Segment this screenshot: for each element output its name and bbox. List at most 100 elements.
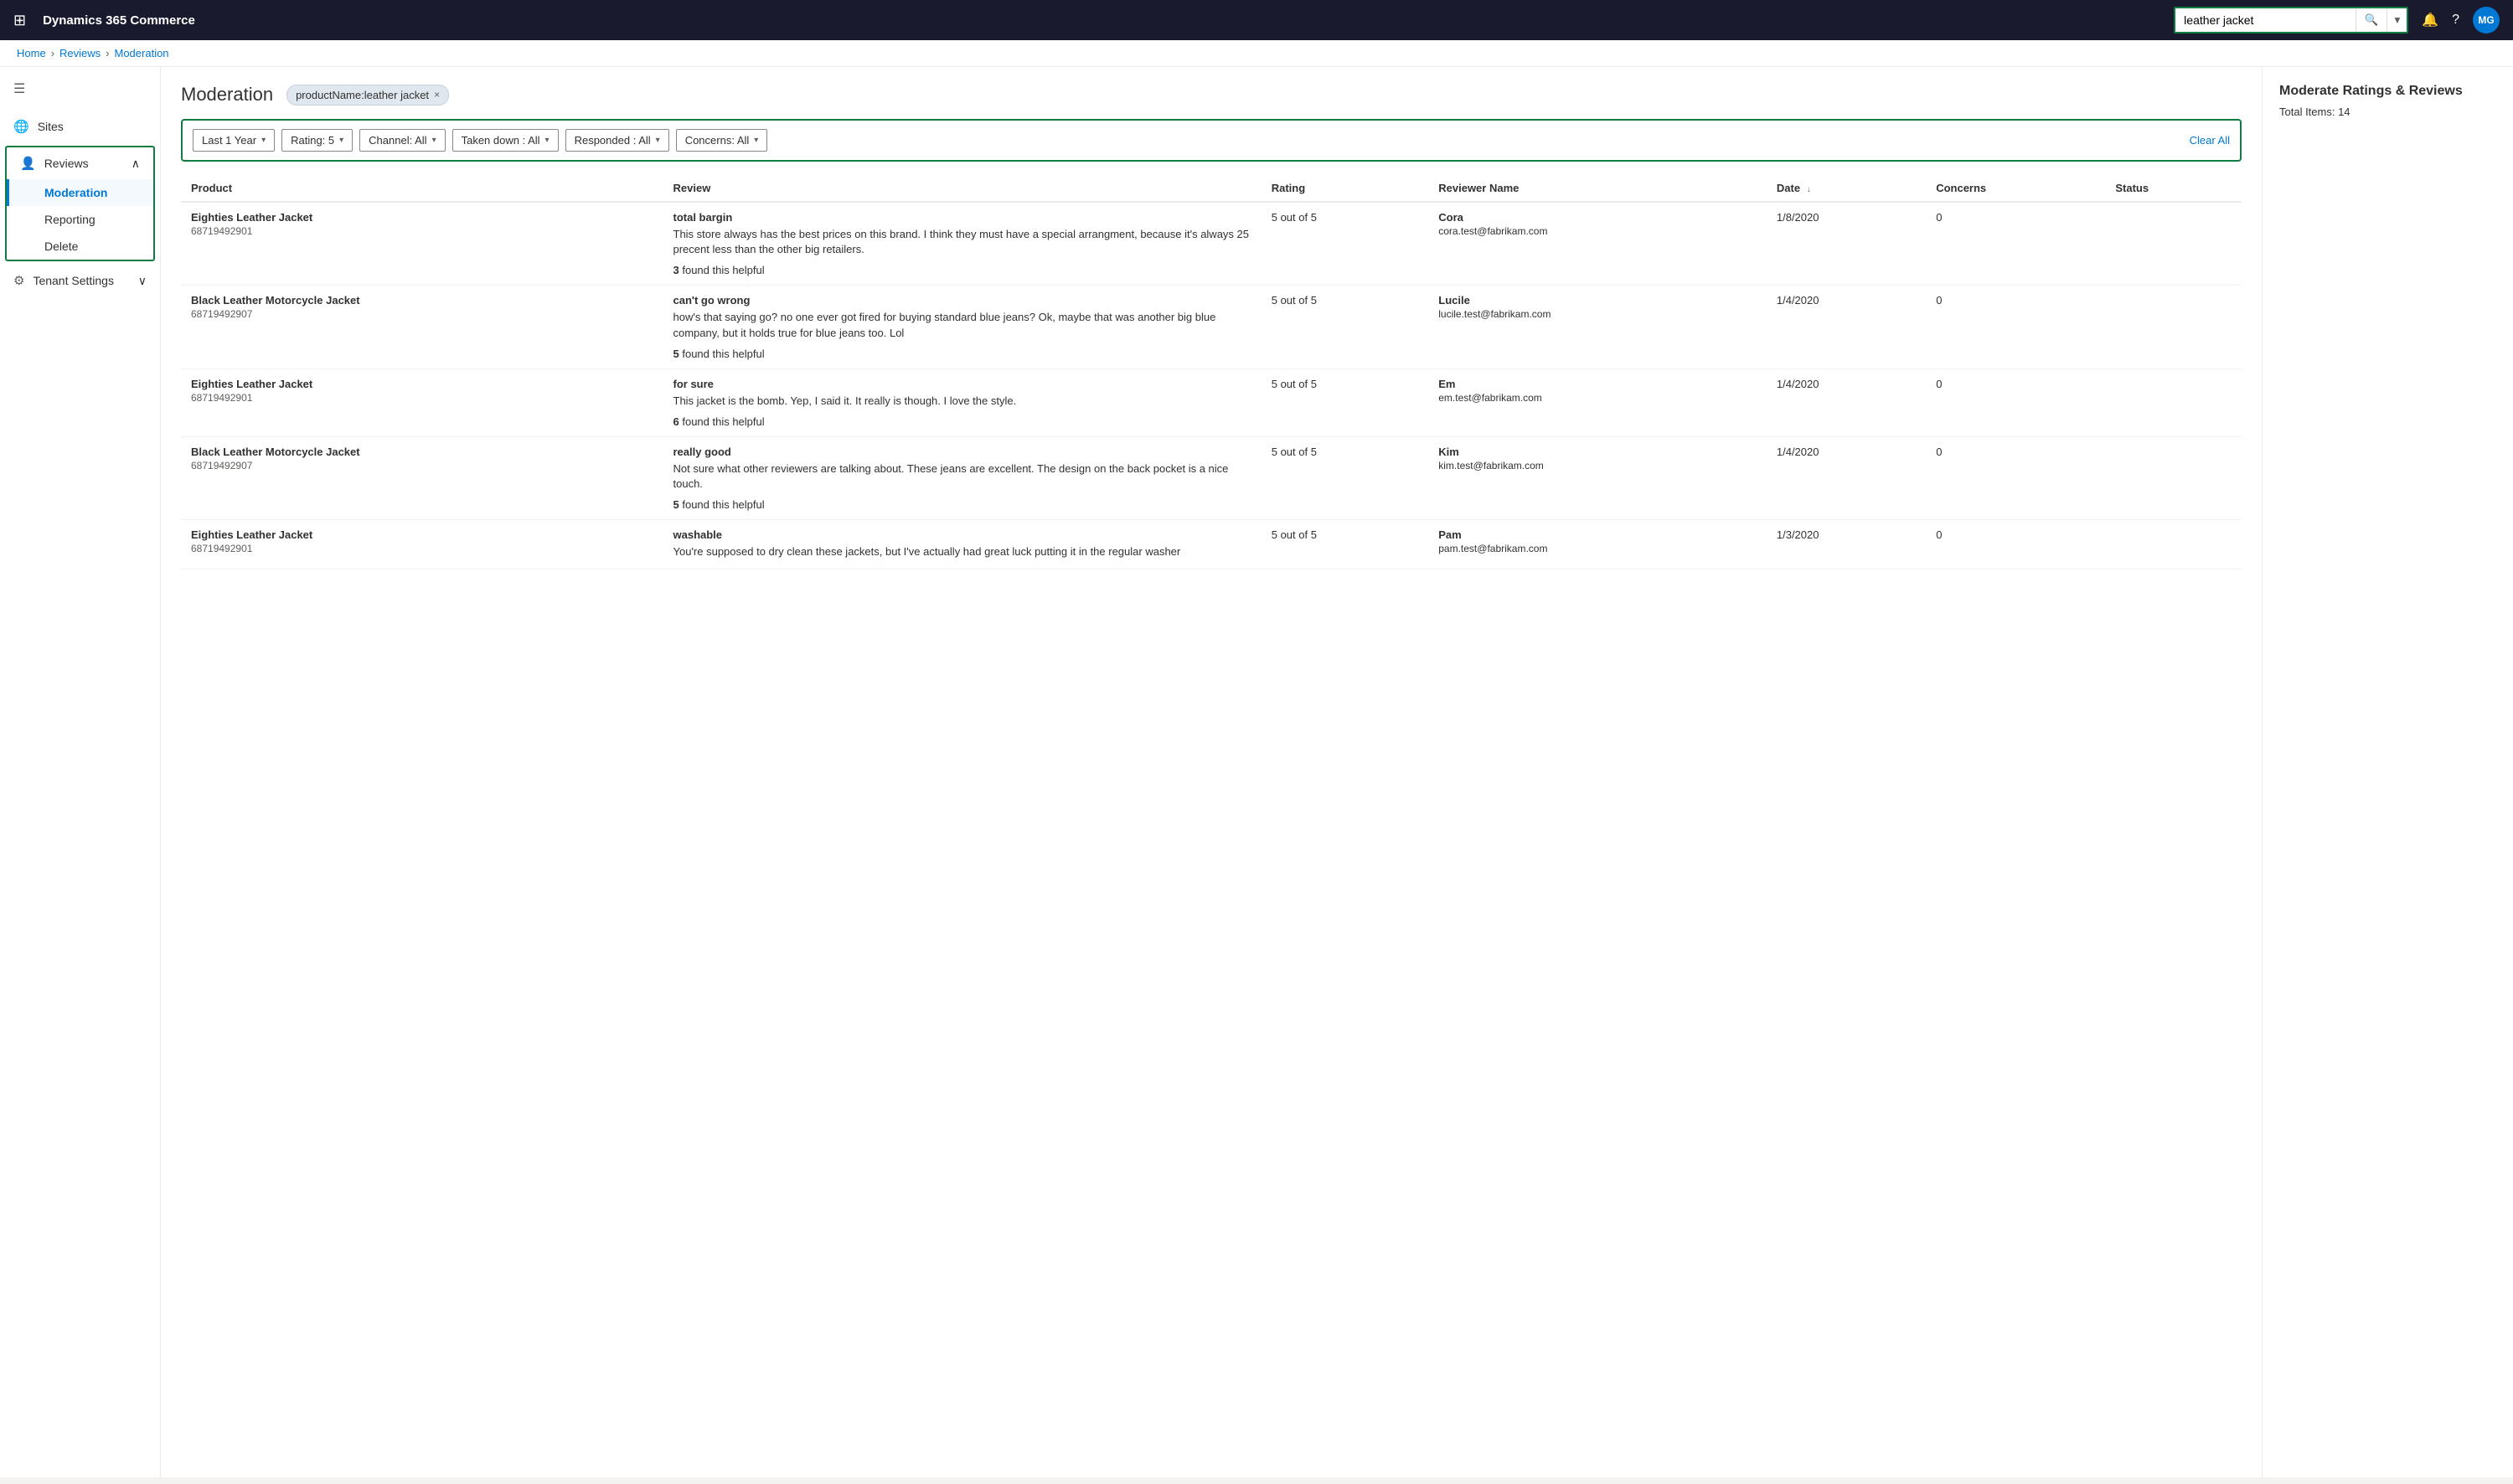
taken-down-filter-label: Taken down : All (462, 134, 540, 147)
col-status: Status (2105, 175, 2242, 202)
review-helpful-1: 5 found this helpful (673, 348, 1251, 360)
review-cell-4: washable You're supposed to dry clean th… (663, 520, 1262, 569)
clear-all-button[interactable]: Clear All (2190, 134, 2230, 147)
review-body-1: how's that saying go? no one ever got fi… (673, 310, 1251, 340)
reviewer-cell-3: Kim kim.test@fabrikam.com (1428, 436, 1767, 519)
responded-filter[interactable]: Responded : All ▾ (565, 129, 669, 152)
review-title-4: washable (673, 528, 1251, 541)
rating-cell-2: 5 out of 5 (1262, 368, 1429, 436)
review-title-3: really good (673, 446, 1251, 458)
review-cell-2: for sure This jacket is the bomb. Yep, I… (663, 368, 1262, 436)
col-rating: Rating (1262, 175, 1429, 202)
product-cell-1: Black Leather Motorcycle Jacket 68719492… (181, 286, 663, 368)
concerns-cell-1: 0 (1926, 286, 2105, 368)
status-cell-2 (2105, 368, 2242, 436)
review-cell-1: can't go wrong how's that saying go? no … (663, 286, 1262, 368)
page-header: Moderation productName:leather jacket × (181, 84, 2242, 106)
sidebar-tenant-settings[interactable]: ⚙ Tenant Settings ∨ (0, 265, 160, 296)
sidebar-hamburger[interactable]: ☰ (0, 74, 160, 104)
active-filter-tag: productName:leather jacket × (286, 85, 449, 106)
help-icon[interactable]: ? (2452, 13, 2459, 28)
reviewer-name-0: Cora (1438, 211, 1757, 224)
breadcrumb: Home › Reviews › Moderation (0, 40, 2513, 67)
channel-filter-chevron: ▾ (432, 136, 436, 145)
taken-down-filter[interactable]: Taken down : All ▾ (452, 129, 559, 152)
responded-filter-chevron: ▾ (656, 136, 660, 145)
status-cell-1 (2105, 286, 2242, 368)
rating-filter-label: Rating: 5 (291, 134, 334, 147)
sidebar-reviews-label: Reviews (44, 157, 89, 170)
rating-filter-chevron: ▾ (339, 136, 343, 145)
table-row: Eighties Leather Jacket 68719492901 wash… (181, 520, 2242, 569)
filter-tag-close-button[interactable]: × (434, 89, 440, 100)
status-cell-3 (2105, 436, 2242, 519)
rating-cell-3: 5 out of 5 (1262, 436, 1429, 519)
date-cell-3: 1/4/2020 (1767, 436, 1926, 519)
product-id-4: 68719492901 (191, 543, 653, 554)
concerns-filter-chevron: ▾ (754, 136, 758, 145)
table-row: Eighties Leather Jacket 68719492901 for … (181, 368, 2242, 436)
avatar[interactable]: MG (2473, 7, 2500, 33)
review-body-2: This jacket is the bomb. Yep, I said it.… (673, 394, 1251, 409)
chevron-up-icon: ∧ (132, 157, 140, 171)
global-search-box[interactable]: 🔍 ▾ (2174, 7, 2408, 33)
content-area: Moderation productName:leather jacket × … (161, 67, 2262, 1477)
page-title: Moderation (181, 84, 273, 106)
sidebar-sites-label: Sites (38, 120, 64, 133)
rating-cell-1: 5 out of 5 (1262, 286, 1429, 368)
reviewer-cell-0: Cora cora.test@fabrikam.com (1428, 202, 1767, 286)
filter-tag-text: productName:leather jacket (296, 89, 429, 101)
reviewer-email-3: kim.test@fabrikam.com (1438, 460, 1757, 471)
date-cell-4: 1/3/2020 (1767, 520, 1926, 569)
sidebar-item-sites[interactable]: 🌐 Sites (0, 111, 160, 142)
top-nav-icons: 🔍 ▾ 🔔 ? MG (2174, 7, 2500, 33)
col-date[interactable]: Date ↓ (1767, 175, 1926, 202)
channel-filter[interactable]: Channel: All ▾ (359, 129, 445, 152)
search-button[interactable]: 🔍 (2356, 8, 2387, 32)
concerns-cell-3: 0 (1926, 436, 2105, 519)
sidebar-item-reporting[interactable]: Reporting (7, 206, 153, 233)
col-reviewer: Reviewer Name (1428, 175, 1767, 202)
table-row: Black Leather Motorcycle Jacket 68719492… (181, 436, 2242, 519)
review-title-0: total bargin (673, 211, 1251, 224)
year-filter-label: Last 1 Year (202, 134, 256, 147)
date-cell-0: 1/8/2020 (1767, 202, 1926, 286)
col-review: Review (663, 175, 1262, 202)
bell-icon[interactable]: 🔔 (2422, 12, 2438, 28)
reviewer-name-2: Em (1438, 378, 1757, 390)
year-filter[interactable]: Last 1 Year ▾ (193, 129, 275, 152)
responded-filter-label: Responded : All (575, 134, 651, 147)
concerns-cell-2: 0 (1926, 368, 2105, 436)
date-cell-1: 1/4/2020 (1767, 286, 1926, 368)
search-dropdown-button[interactable]: ▾ (2387, 8, 2407, 32)
sidebar-reviews-section[interactable]: 👤 Reviews ∧ (7, 147, 153, 179)
breadcrumb-home[interactable]: Home (17, 47, 46, 59)
main-layout: ☰ 🌐 Sites 👤 Reviews ∧ Moderation Reporti… (0, 67, 2513, 1477)
reviewer-email-4: pam.test@fabrikam.com (1438, 543, 1757, 554)
rating-filter[interactable]: Rating: 5 ▾ (281, 129, 353, 152)
sidebar-item-moderation[interactable]: Moderation (7, 179, 153, 206)
product-id-2: 68719492901 (191, 392, 653, 404)
product-cell-0: Eighties Leather Jacket 68719492901 (181, 202, 663, 286)
right-panel-title: Moderate Ratings & Reviews (2279, 84, 2496, 99)
globe-icon: 🌐 (13, 119, 29, 134)
review-cell-3: really good Not sure what other reviewer… (663, 436, 1262, 519)
table-header: Product Review Rating Reviewer Name Date… (181, 175, 2242, 202)
concerns-filter[interactable]: Concerns: All ▾ (676, 129, 768, 152)
sidebar-tenant-label: Tenant Settings (33, 274, 114, 287)
right-panel-total: Total Items: 14 (2279, 106, 2496, 118)
review-helpful-3: 5 found this helpful (673, 498, 1251, 511)
product-cell-4: Eighties Leather Jacket 68719492901 (181, 520, 663, 569)
review-title-2: for sure (673, 378, 1251, 390)
sidebar-item-delete[interactable]: Delete (7, 233, 153, 260)
product-name-4: Eighties Leather Jacket (191, 528, 653, 541)
reviewer-name-1: Lucile (1438, 294, 1757, 307)
search-input[interactable] (2175, 8, 2356, 32)
product-cell-3: Black Leather Motorcycle Jacket 68719492… (181, 436, 663, 519)
product-name-2: Eighties Leather Jacket (191, 378, 653, 390)
product-id-1: 68719492907 (191, 308, 653, 320)
sidebar: ☰ 🌐 Sites 👤 Reviews ∧ Moderation Reporti… (0, 67, 161, 1477)
breadcrumb-reviews[interactable]: Reviews (59, 47, 101, 59)
waffle-icon[interactable]: ⊞ (13, 12, 26, 29)
reviewer-cell-4: Pam pam.test@fabrikam.com (1428, 520, 1767, 569)
